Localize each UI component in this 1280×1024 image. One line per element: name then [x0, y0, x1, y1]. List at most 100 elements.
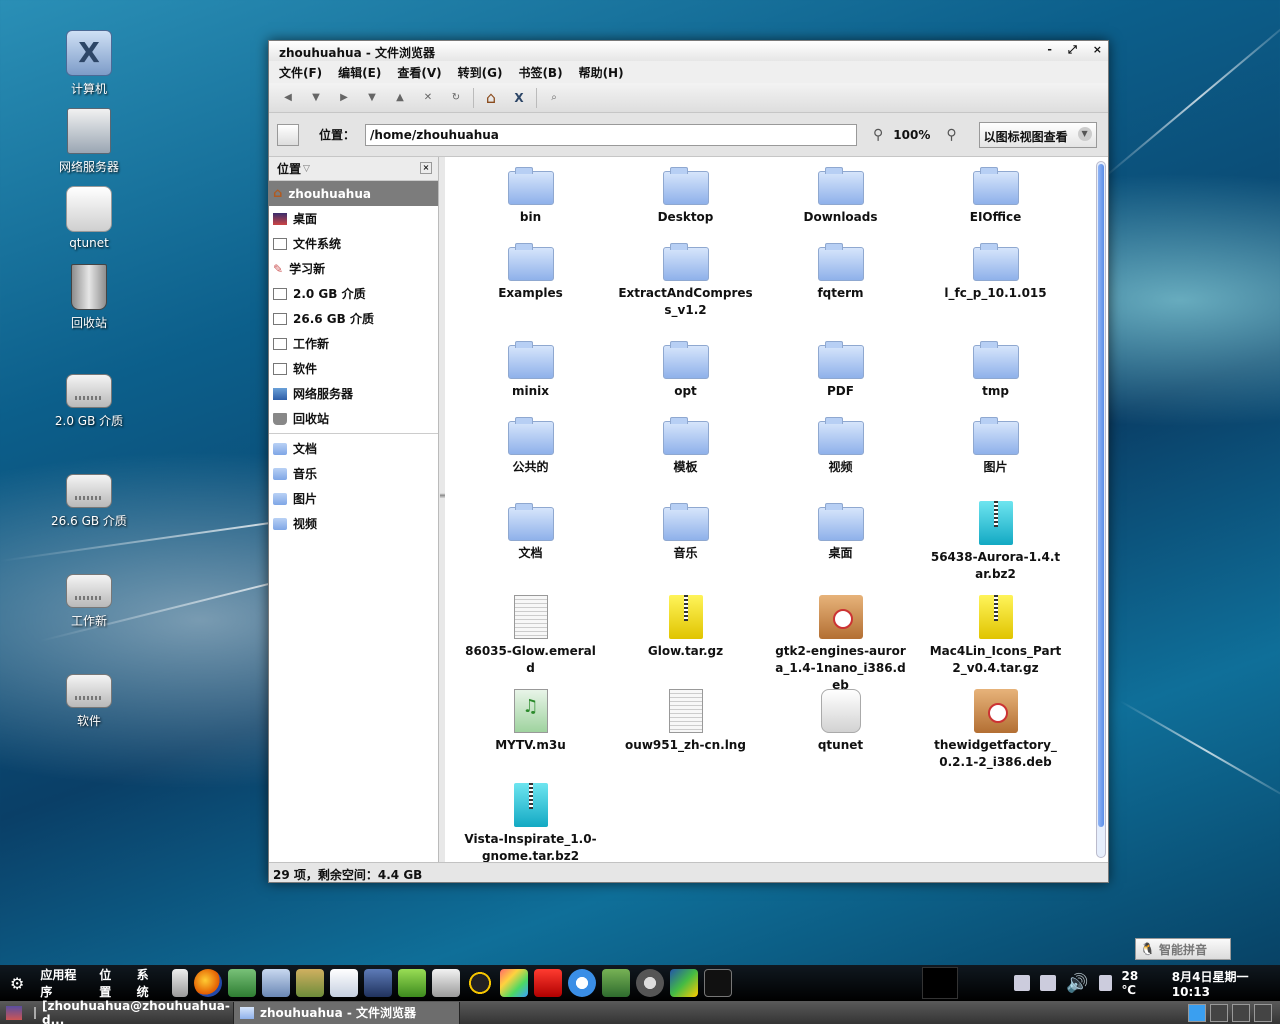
- file-item[interactable]: gtk2-engines-aurora_1.4-1nano_i386.deb: [763, 595, 918, 694]
- desktop-icon[interactable]: 26.6 GB 介质: [39, 464, 139, 529]
- pdf-icon[interactable]: [534, 969, 563, 997]
- sidebar-item[interactable]: 2.0 GB 介质: [269, 281, 438, 306]
- folder-item[interactable]: Downloads: [763, 165, 918, 226]
- game-icon[interactable]: [602, 969, 631, 997]
- forward-menu-icon[interactable]: ▼: [361, 88, 383, 108]
- view-mode-select[interactable]: 以图标视图查看 ▼: [978, 121, 1097, 148]
- file-item[interactable]: Mac4Lin_Icons_Part2_v0.4.tar.gz: [918, 595, 1073, 677]
- desktop-icon[interactable]: 回收站: [39, 264, 139, 331]
- network-status-icon[interactable]: [1013, 975, 1031, 991]
- reload-icon[interactable]: ↻: [445, 88, 467, 108]
- paint-icon[interactable]: [500, 969, 529, 997]
- back-menu-icon[interactable]: ▼: [305, 88, 327, 108]
- menu-help[interactable]: 帮助(H): [579, 64, 624, 81]
- menu-edit[interactable]: 编辑(E): [338, 64, 381, 81]
- ipod-icon[interactable]: [172, 969, 189, 997]
- vertical-scrollbar[interactable]: [1096, 161, 1106, 858]
- folder-item[interactable]: l_fc_p_10.1.015: [918, 241, 1073, 302]
- applications-menu[interactable]: 应用程序: [40, 966, 83, 1000]
- sidebar-item[interactable]: 文档: [269, 436, 438, 461]
- file-item[interactable]: MYTV.m3u: [453, 689, 608, 754]
- sidebar-item[interactable]: 网络服务器: [269, 381, 438, 406]
- location-input[interactable]: [365, 123, 858, 146]
- folder-item[interactable]: Examples: [453, 241, 608, 302]
- sidebar-item[interactable]: 软件: [269, 356, 438, 381]
- maximize-button[interactable]: ⤢: [1068, 43, 1077, 57]
- sidebar-item[interactable]: 文件系统: [269, 231, 438, 256]
- menu-view[interactable]: 查看(V): [397, 64, 441, 81]
- volume-icon[interactable]: 🔊: [1066, 973, 1088, 994]
- file-item[interactable]: 56438-Aurora-1.4.tar.bz2: [918, 501, 1073, 583]
- book-icon[interactable]: [296, 969, 325, 997]
- taskbar-item-file-browser[interactable]: zhouhuahua - 文件浏览器: [234, 1001, 460, 1024]
- ime-indicator[interactable]: 🐧 智能拼音: [1135, 938, 1231, 960]
- show-desktop-icon[interactable]: [6, 1005, 22, 1020]
- computer-icon[interactable]: X: [508, 88, 530, 108]
- media-player-icon[interactable]: [364, 969, 393, 997]
- menu-go[interactable]: 转到(G): [458, 64, 503, 81]
- window-titlebar[interactable]: zhouhuahua - 文件浏览器 - ⤢ ×: [269, 41, 1108, 61]
- temperature[interactable]: 28 ℃: [1122, 969, 1154, 997]
- film-icon[interactable]: [636, 969, 665, 997]
- stop-icon[interactable]: ✕: [417, 88, 439, 108]
- file-item[interactable]: thewidgetfactory_0.2.1-2_i386.deb: [918, 689, 1073, 771]
- file-item[interactable]: Glow.tar.gz: [608, 595, 763, 660]
- close-icon[interactable]: ×: [420, 162, 432, 174]
- zoom-in-icon[interactable]: ⚲: [946, 127, 956, 143]
- workspace-4[interactable]: [1254, 1003, 1272, 1022]
- folder-item[interactable]: Desktop: [608, 165, 763, 226]
- sidebar-item[interactable]: 音乐: [269, 461, 438, 486]
- taskbar-item-terminal[interactable]: [zhouhuahua@zhouhuahua-d...: [28, 999, 234, 1024]
- workspace-1[interactable]: [1188, 1003, 1206, 1022]
- workspace-2[interactable]: [1210, 1003, 1228, 1022]
- sidebar-item[interactable]: 26.6 GB 介质: [269, 306, 438, 331]
- back-icon[interactable]: ◀: [277, 88, 299, 108]
- system-menu[interactable]: 系统: [137, 966, 158, 1000]
- folder-item[interactable]: 音乐: [608, 501, 763, 562]
- desktop-icon[interactable]: 计算机: [39, 30, 139, 97]
- folder-item[interactable]: 桌面: [763, 501, 918, 562]
- desktop-icon[interactable]: 工作新: [39, 564, 139, 629]
- clock[interactable]: 8月4日星期一 10:13: [1172, 968, 1280, 999]
- file-item[interactable]: Vista-Inspirate_1.0-gnome.tar.bz2: [453, 783, 608, 862]
- folder-item[interactable]: ExtractAndCompress_v1.2: [608, 241, 763, 319]
- location-toggle-button[interactable]: [277, 123, 299, 146]
- close-button[interactable]: ×: [1093, 43, 1102, 57]
- network-manager-icon[interactable]: [1040, 975, 1057, 991]
- sidebar-header[interactable]: 位置 ▽ ×: [269, 157, 438, 181]
- file-item[interactable]: ouw951_zh-cn.lng: [608, 689, 763, 754]
- qq-icon[interactable]: [466, 969, 495, 997]
- recycle-icon[interactable]: [398, 969, 427, 997]
- folder-item[interactable]: 视频: [763, 415, 918, 476]
- dictionary-icon[interactable]: [228, 969, 257, 997]
- chart-app-icon[interactable]: [670, 969, 699, 997]
- sidebar-item[interactable]: 回收站: [269, 406, 438, 431]
- menu-bookmarks[interactable]: 书签(B): [518, 64, 562, 81]
- firefox-icon[interactable]: [194, 969, 223, 997]
- sidebar-item[interactable]: ✎ 学习新: [269, 256, 438, 281]
- desktop-icon[interactable]: 软件: [39, 664, 139, 729]
- search-icon[interactable]: ⌕: [543, 88, 565, 108]
- folder-item[interactable]: tmp: [918, 339, 1073, 400]
- folder-item[interactable]: EIOffice: [918, 165, 1073, 226]
- window-preview[interactable]: [922, 967, 958, 999]
- sidebar-item[interactable]: 图片: [269, 486, 438, 511]
- folder-item[interactable]: bin: [453, 165, 608, 226]
- zoom-level[interactable]: 100%: [893, 128, 930, 142]
- file-item[interactable]: 86035-Glow.emerald: [453, 595, 608, 677]
- folder-item[interactable]: fqterm: [763, 241, 918, 302]
- sidebar-item[interactable]: 视频: [269, 511, 438, 536]
- zoom-out-icon[interactable]: ⚲: [873, 127, 883, 143]
- folder-item[interactable]: 图片: [918, 415, 1073, 476]
- places-menu[interactable]: 位置: [99, 966, 120, 1000]
- desktop-icon[interactable]: 网络服务器: [39, 108, 139, 175]
- safari-icon[interactable]: [568, 969, 597, 997]
- folder-item[interactable]: minix: [453, 339, 608, 400]
- minimize-button[interactable]: -: [1047, 43, 1052, 57]
- folder-item[interactable]: 文档: [453, 501, 608, 562]
- scrollbar-thumb[interactable]: [1098, 164, 1104, 827]
- folder-item[interactable]: 公共的: [453, 415, 608, 476]
- terminal-icon[interactable]: [704, 969, 733, 997]
- home-icon[interactable]: ⌂: [480, 88, 502, 108]
- up-icon[interactable]: ▲: [389, 88, 411, 108]
